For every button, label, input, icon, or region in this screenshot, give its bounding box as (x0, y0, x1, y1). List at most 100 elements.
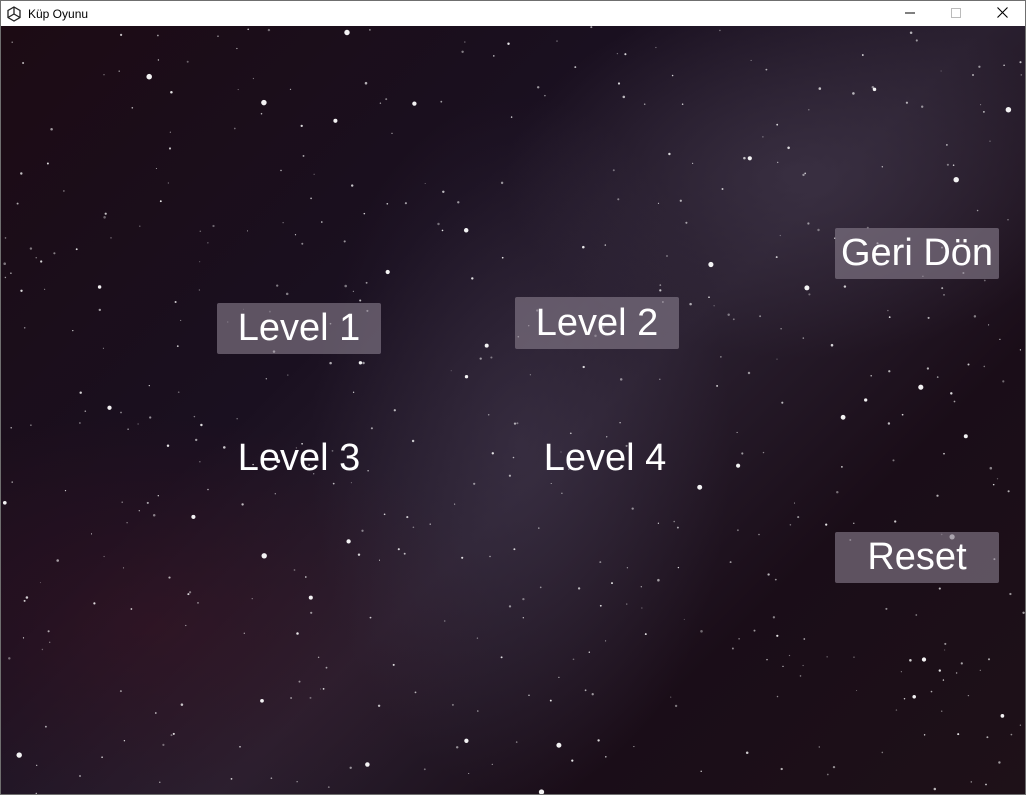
star (963, 434, 968, 439)
star (146, 501, 149, 504)
star (362, 361, 365, 365)
star (193, 415, 196, 418)
star (296, 632, 299, 635)
close-icon (996, 5, 1008, 23)
star (84, 410, 87, 412)
star (808, 109, 810, 111)
star (479, 357, 482, 360)
star (512, 456, 515, 459)
star (121, 501, 123, 503)
star (251, 598, 253, 600)
star (152, 513, 156, 517)
reset-button[interactable]: Reset (835, 532, 999, 583)
star (123, 740, 126, 742)
star (403, 552, 406, 555)
star (285, 292, 289, 296)
star (1003, 64, 1005, 66)
star (918, 384, 924, 390)
star (10, 272, 12, 274)
star (103, 216, 106, 219)
level-3-button[interactable]: Level 3 (217, 433, 381, 484)
star (767, 573, 770, 576)
star (491, 763, 493, 766)
star (943, 452, 945, 455)
star (758, 533, 760, 536)
game-window: Küp Oyunu Level 1 Level 2 Level 3 Level … (0, 0, 1026, 795)
star (260, 112, 263, 115)
star (1019, 349, 1022, 351)
star (741, 452, 744, 455)
star (549, 699, 552, 702)
star (826, 656, 828, 658)
star (832, 765, 836, 769)
star (802, 337, 805, 339)
star (317, 656, 320, 659)
star (369, 29, 371, 31)
star (957, 733, 960, 736)
star (736, 431, 738, 433)
star (1007, 490, 1010, 493)
back-button[interactable]: Geri Dön (835, 228, 999, 279)
star (411, 439, 415, 443)
star (441, 229, 444, 232)
star (736, 529, 739, 532)
star (233, 127, 236, 130)
star (577, 587, 581, 590)
star (310, 611, 313, 614)
star (619, 422, 621, 424)
star (538, 527, 540, 529)
star (423, 768, 426, 771)
title-bar[interactable]: Küp Oyunu (1, 1, 1025, 26)
star (463, 228, 469, 233)
close-button[interactable] (979, 1, 1025, 26)
level-3-label: Level 3 (237, 437, 361, 479)
minimize-button[interactable] (887, 1, 933, 26)
star (155, 167, 157, 170)
star (154, 712, 157, 714)
star (881, 166, 883, 168)
star (23, 599, 26, 602)
star (513, 422, 517, 425)
star (363, 212, 366, 215)
star (101, 756, 103, 759)
star (779, 234, 781, 237)
star (1010, 733, 1013, 736)
star (582, 245, 585, 249)
star (856, 689, 858, 692)
star (424, 182, 426, 185)
star (787, 146, 790, 150)
star (788, 654, 791, 657)
star (989, 140, 991, 142)
star (895, 709, 898, 711)
star (888, 316, 891, 318)
star (782, 665, 784, 668)
star (212, 224, 215, 228)
star (544, 94, 546, 97)
star (843, 285, 847, 288)
star (352, 290, 355, 293)
star (35, 792, 38, 794)
star (118, 70, 120, 72)
star (107, 405, 112, 410)
star (927, 316, 930, 319)
star (996, 478, 999, 480)
level-4-button[interactable]: Level 4 (523, 433, 687, 484)
star (364, 81, 368, 85)
star (490, 356, 493, 359)
maximize-button[interactable] (933, 1, 979, 26)
star (689, 302, 692, 306)
star (617, 82, 621, 85)
star (588, 651, 591, 653)
level-1-button[interactable]: Level 1 (217, 303, 381, 354)
star (973, 315, 977, 318)
star (508, 474, 511, 477)
star (522, 617, 524, 619)
star (657, 522, 660, 524)
star (983, 279, 986, 282)
star (11, 481, 13, 483)
star (870, 374, 872, 377)
star (329, 361, 332, 365)
star (159, 200, 162, 203)
star (802, 173, 805, 177)
level-2-button[interactable]: Level 2 (515, 297, 679, 349)
